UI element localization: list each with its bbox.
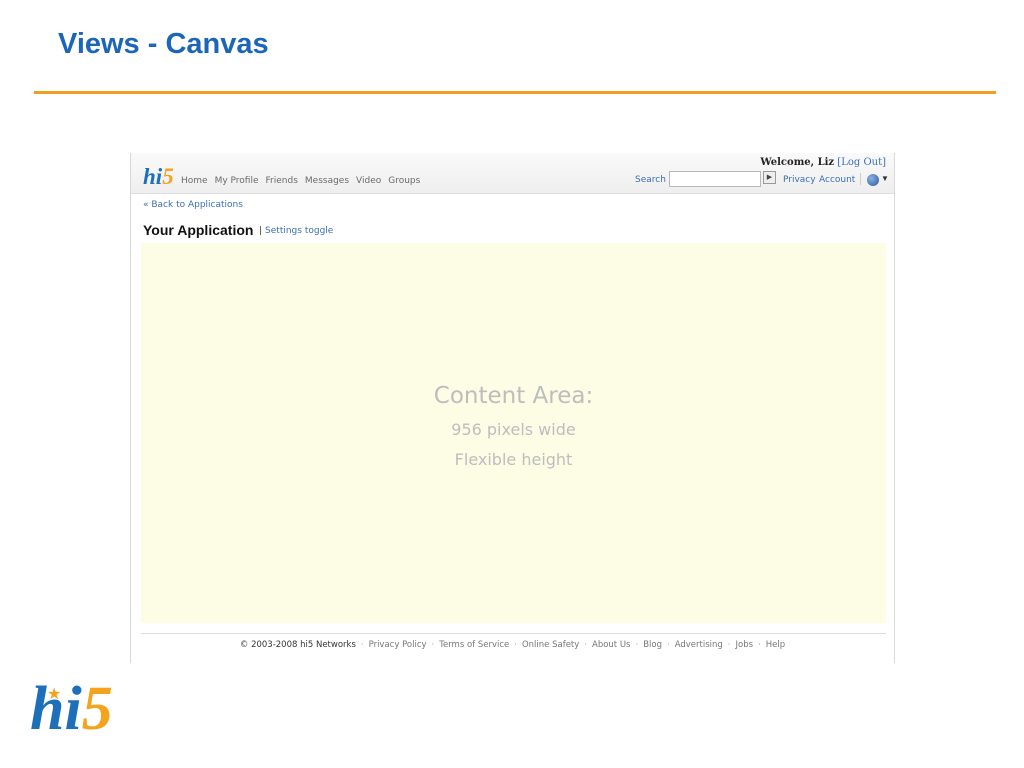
settings-toggle: | Settings toggle bbox=[259, 226, 334, 236]
search-input[interactable] bbox=[669, 171, 761, 187]
hi5-logo[interactable]: hi5 bbox=[143, 165, 174, 189]
footer-link-blog[interactable]: Blog bbox=[643, 640, 662, 650]
search-label: Search bbox=[635, 175, 666, 185]
hi5-canvas-screenshot: hi5 Home My Profile Friends Messages Vid… bbox=[130, 153, 895, 663]
globe-icon[interactable] bbox=[867, 174, 879, 186]
hi5-brand-logo: hi5 bbox=[30, 675, 113, 743]
content-width-label: 956 pixels wide bbox=[451, 420, 576, 439]
slide-divider bbox=[34, 91, 996, 94]
search-go-button[interactable]: ▶ bbox=[763, 171, 776, 184]
footer-link-privacy-policy[interactable]: Privacy Policy bbox=[369, 640, 427, 650]
nav-groups[interactable]: Groups bbox=[388, 176, 420, 186]
logout-link[interactable]: [Log Out] bbox=[837, 157, 886, 168]
site-header: hi5 Home My Profile Friends Messages Vid… bbox=[131, 153, 894, 194]
back-to-applications-link[interactable]: « Back to Applications bbox=[143, 200, 243, 210]
settings-toggle-link[interactable]: Settings toggle bbox=[265, 226, 333, 236]
footer-link-advertising[interactable]: Advertising bbox=[675, 640, 723, 650]
footer-link-about-us[interactable]: About Us bbox=[592, 640, 630, 650]
star-icon: ★ bbox=[47, 686, 62, 703]
chevron-down-icon[interactable]: ▼ bbox=[881, 174, 889, 183]
slide-title: Views - Canvas bbox=[58, 28, 269, 60]
application-title: Your Application bbox=[143, 222, 254, 238]
nav-video[interactable]: Video bbox=[356, 176, 381, 186]
privacy-link[interactable]: Privacy bbox=[783, 175, 816, 185]
footer-link-jobs[interactable]: Jobs bbox=[735, 640, 753, 650]
footer-link-online-safety[interactable]: Online Safety bbox=[522, 640, 579, 650]
welcome-message: Welcome, Liz [Log Out] bbox=[760, 157, 886, 168]
footer-divider bbox=[141, 633, 886, 634]
account-link[interactable]: Account bbox=[819, 175, 855, 185]
content-area-label: Content Area: bbox=[433, 383, 594, 409]
site-footer: © 2003-2008 hi5 Networks · Privacy Policy ·… bbox=[239, 640, 786, 650]
footer-link-terms[interactable]: Terms of Service bbox=[439, 640, 509, 650]
content-area: Content Area: 956 pixels wide Flexible h… bbox=[141, 243, 886, 623]
nav-messages[interactable]: Messages bbox=[305, 176, 349, 186]
nav-home[interactable]: Home bbox=[181, 176, 208, 186]
nav-friends[interactable]: Friends bbox=[266, 176, 298, 186]
footer-link-help[interactable]: Help bbox=[766, 640, 785, 650]
nav-my-profile[interactable]: My Profile bbox=[215, 176, 259, 186]
header-separator bbox=[860, 173, 861, 185]
main-nav: Home My Profile Friends Messages Video G… bbox=[181, 176, 420, 186]
copyright: © 2003-2008 hi5 Networks bbox=[239, 640, 356, 650]
content-height-label: Flexible height bbox=[454, 450, 573, 469]
